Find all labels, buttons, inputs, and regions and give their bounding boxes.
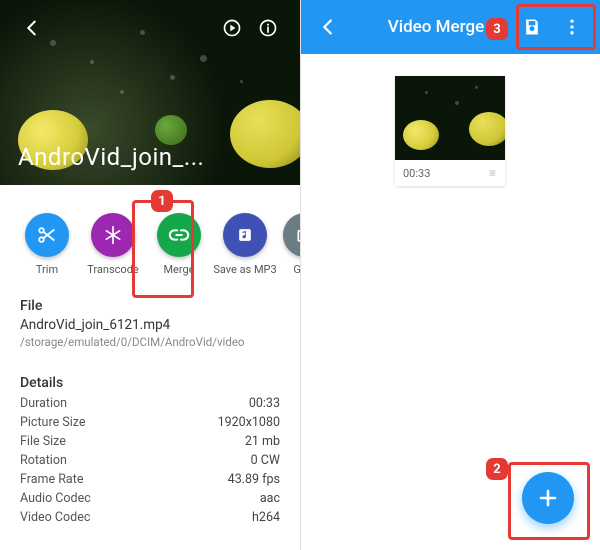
grab-action[interactable]: Grab [282, 213, 300, 276]
link-icon [157, 213, 201, 257]
clip-duration: 00:33 [403, 167, 430, 180]
section-heading: Details [20, 375, 280, 391]
video-title: AndroVid_join_... [18, 143, 204, 171]
merge-action[interactable]: Merge [150, 213, 208, 276]
action-label: Grab [293, 263, 300, 276]
clip-thumbnail [395, 76, 505, 160]
thumbnail-art [155, 115, 187, 145]
frames-icon [283, 213, 300, 257]
trim-action[interactable]: Trim [18, 213, 76, 276]
action-label: Merge [163, 263, 194, 276]
add-clip-fab[interactable] [522, 472, 574, 524]
details-section: Details Duration00:33 Picture Size1920x1… [0, 353, 300, 531]
action-row: Trim Transcode Merge Save as MP3 [0, 185, 300, 284]
snow-icon [91, 213, 135, 257]
detail-duration: Duration00:33 [20, 394, 280, 413]
app-bar: Video Merge [300, 0, 600, 54]
detail-rotation: Rotation0 CW [20, 451, 280, 470]
back-button[interactable] [14, 10, 50, 46]
detail-audio-codec: Audio Codecaac [20, 489, 280, 508]
file-name: AndroVid_join_6121.mp4 [20, 317, 280, 333]
save-button[interactable] [512, 7, 552, 47]
video-preview: AndroVid_join_... [0, 0, 300, 185]
file-section: File AndroVid_join_6121.mp4 /storage/emu… [0, 284, 300, 353]
clip-grid: 00:33 ≡ [300, 54, 600, 186]
action-label: Trim [36, 263, 58, 276]
screen-title: Video Merge [348, 17, 512, 37]
transcode-action[interactable]: Transcode [84, 213, 142, 276]
detail-frame-rate: Frame Rate43.89 fps [20, 470, 280, 489]
file-path: /storage/emulated/0/DCIM/AndroVid/video [20, 335, 280, 349]
action-label: Save as MP3 [213, 263, 276, 276]
thumbnail-art [230, 100, 300, 168]
annotation-badge-2: 2 [486, 458, 508, 480]
action-label: Transcode [87, 263, 138, 276]
video-detail-screen: AndroVid_join_... Trim Transcode Merge [0, 0, 300, 550]
info-button[interactable] [250, 10, 286, 46]
scissors-icon [25, 213, 69, 257]
video-merge-screen: Video Merge 00:33 ≡ [300, 0, 600, 550]
save-mp3-action[interactable]: Save as MP3 [216, 213, 274, 276]
detail-file-size: File Size21 mb [20, 432, 280, 451]
overflow-menu-button[interactable] [552, 7, 592, 47]
clip-card[interactable]: 00:33 ≡ [395, 76, 505, 186]
play-button[interactable] [214, 10, 250, 46]
drag-handle-icon[interactable]: ≡ [489, 166, 497, 180]
music-icon [223, 213, 267, 257]
section-heading: File [20, 298, 280, 314]
detail-video-codec: Video Codech264 [20, 508, 280, 527]
detail-picture-size: Picture Size1920x1080 [20, 413, 280, 432]
back-button[interactable] [308, 7, 348, 47]
